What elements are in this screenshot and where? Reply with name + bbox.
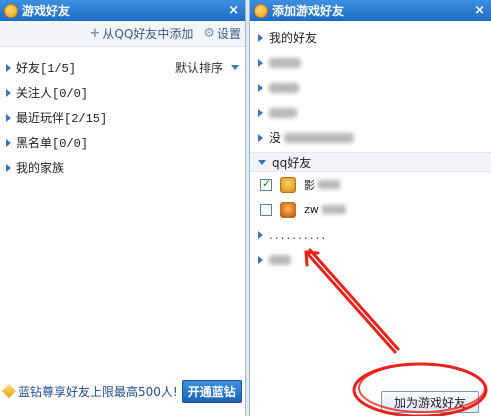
blue-diamond-promo: 蓝钻尊享好友上限最高500人! 开通蓝钻 <box>0 379 246 403</box>
right-panel-title: 添加游戏好友 <box>272 4 345 18</box>
friend-checkbox[interactable] <box>260 177 272 191</box>
group-blacklist[interactable]: 黑名单[0/0] <box>0 130 245 155</box>
friend-row[interactable]: 影 <box>250 172 491 197</box>
add-from-qq-button[interactable]: + 从QQ好友中添加 <box>90 25 194 42</box>
group-label: 我的家族 <box>16 162 65 176</box>
expand-arrow-icon <box>258 133 263 142</box>
group-label: 我的好友 <box>269 31 318 45</box>
friend-name: 影 <box>304 178 315 192</box>
blurred-name <box>321 205 346 214</box>
group-label: qq好友 <box>272 155 312 170</box>
collapse-arrow-icon <box>258 159 266 165</box>
expand-arrow-icon <box>6 138 11 147</box>
expand-arrow-icon <box>258 255 263 264</box>
expand-arrow-icon <box>258 230 263 239</box>
blurred-label <box>284 132 355 143</box>
expand-arrow-icon <box>258 83 263 92</box>
blurred-label <box>269 82 299 93</box>
blurred-group[interactable] <box>250 247 491 272</box>
close-icon[interactable]: × <box>474 3 485 18</box>
game-logo-icon <box>4 3 18 18</box>
blurred-group[interactable]: 没 <box>250 125 491 150</box>
expand-arrow-icon <box>6 88 11 97</box>
group-label: 关注人[0/0] <box>16 87 89 101</box>
blurred-group[interactable] <box>250 100 491 125</box>
group-label: 好友[1/5] <box>16 62 77 76</box>
close-icon[interactable]: × <box>228 3 239 18</box>
sort-label: 默认排序 <box>174 61 223 75</box>
expand-arrow-icon <box>258 33 263 42</box>
expand-arrow-icon <box>258 108 263 117</box>
open-blue-diamond-button[interactable]: 开通蓝钻 <box>181 379 242 403</box>
blurred-group[interactable] <box>250 50 491 75</box>
friend-checkbox[interactable] <box>260 203 272 216</box>
friend-row[interactable]: zw <box>250 197 491 222</box>
dotted-label: .......... <box>269 227 328 242</box>
group-label: 最近玩伴[2/15] <box>16 112 108 126</box>
game-logo-icon <box>254 3 268 18</box>
group-qq-friends[interactable]: qq好友 <box>250 152 491 172</box>
sort-dropdown[interactable]: 默认排序 <box>175 59 239 76</box>
blurred-label <box>269 254 291 265</box>
group-following[interactable]: 关注人[0/0] <box>0 80 245 105</box>
expand-arrow-icon <box>258 58 263 67</box>
blurred-group[interactable] <box>250 75 491 100</box>
blue-diamond-icon <box>1 383 17 399</box>
blurred-label <box>269 57 301 68</box>
promo-text: 蓝钻尊享好友上限最高500人! <box>18 384 178 399</box>
friend-name: zw <box>304 203 319 216</box>
right-title-bar: 添加游戏好友 × <box>250 0 491 21</box>
group-my-friends[interactable]: 我的好友 <box>250 25 491 50</box>
game-friends-panel: 游戏好友 × + 从QQ好友中添加 ⚙ 设置 好友[1/5] 默认排序 关注人[… <box>0 0 246 416</box>
add-game-friends-panel: 添加游戏好友 × 我的好友 没 qq好友 ✓ 影 zw .......... 加… <box>249 0 491 416</box>
collapsed-group[interactable]: .......... <box>250 222 491 247</box>
friend-source-list: 我的好友 没 qq好友 影 <box>250 21 491 272</box>
expand-arrow-icon <box>6 163 11 172</box>
blurred-label <box>269 107 297 118</box>
add-as-game-friend-button[interactable]: 加为游戏好友 <box>380 391 479 413</box>
gear-icon: ⚙ <box>203 26 215 41</box>
avatar <box>280 176 296 193</box>
expand-arrow-icon <box>6 63 11 72</box>
left-toolbar: + 从QQ好友中添加 ⚙ 设置 <box>0 21 245 47</box>
chevron-down-icon <box>231 65 239 70</box>
group-label: 黑名单[0/0] <box>16 137 89 151</box>
group-label-prefix: 没 <box>269 131 282 145</box>
avatar <box>280 201 296 218</box>
settings-label: 设置 <box>216 27 241 41</box>
expand-arrow-icon <box>6 113 11 122</box>
blurred-name <box>318 180 340 189</box>
group-friends[interactable]: 好友[1/5] 默认排序 <box>0 55 245 80</box>
friend-group-list: 好友[1/5] 默认排序 关注人[0/0] 最近玩伴[2/15] 黑名单[0/0… <box>0 47 245 180</box>
settings-button[interactable]: ⚙ 设置 <box>203 25 241 42</box>
left-panel-title: 游戏好友 <box>22 4 71 18</box>
add-from-qq-label: 从QQ好友中添加 <box>102 27 194 41</box>
group-recent-players[interactable]: 最近玩伴[2/15] <box>0 105 245 130</box>
plus-icon: + <box>89 26 101 41</box>
left-title-bar: 游戏好友 × <box>0 0 245 21</box>
group-my-family[interactable]: 我的家族 <box>0 155 245 180</box>
